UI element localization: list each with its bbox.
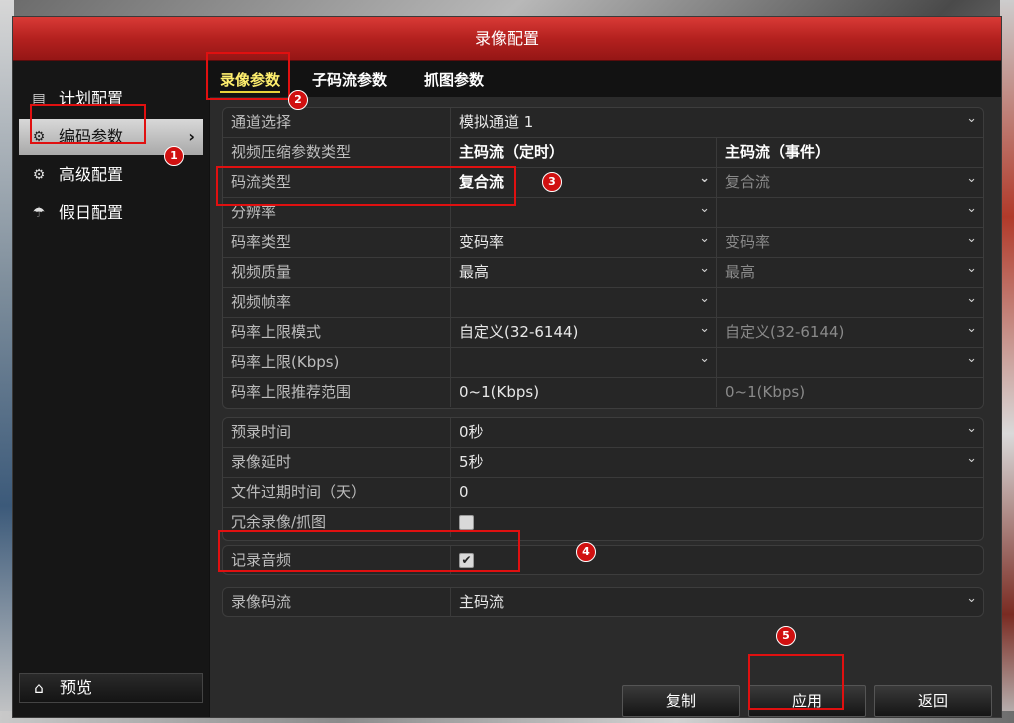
record-audio-label: 记录音频 xyxy=(223,546,451,575)
annotation-badge-4: 4 xyxy=(576,542,596,562)
stream-type-event-select[interactable]: 复合流 xyxy=(717,164,983,197)
video-quality-select[interactable]: 最高 xyxy=(451,254,717,287)
table-row: 分辨率 xyxy=(223,194,983,228)
table-row: 码流类型 复合流 复合流 xyxy=(223,164,983,198)
bitrate-limit-mode-select[interactable]: 自定义(32-6144) xyxy=(451,314,717,347)
apply-button[interactable]: 应用 xyxy=(748,685,866,717)
table-row: 码率上限推荐范围 0~1(Kbps) 0~1(Kbps) xyxy=(223,378,983,408)
frame-rate-label: 视频帧率 xyxy=(223,288,451,317)
table-row: 文件过期时间（天） 0 xyxy=(223,478,983,508)
bitrate-recommend-event-value: 0~1(Kbps) xyxy=(725,383,806,401)
record-audio-checkbox[interactable]: ✔ xyxy=(459,553,474,568)
sidebar-item-schedule[interactable]: ▤ 计划配置 xyxy=(19,81,203,117)
prerecord-label: 预录时间 xyxy=(223,418,451,447)
frame-rate-event-select[interactable] xyxy=(717,284,983,317)
bitrate-limit-event-select[interactable] xyxy=(717,344,983,377)
video-quality-label: 视频质量 xyxy=(223,258,451,287)
table-row: 记录音频 ✔ xyxy=(223,546,983,576)
sidebar-item-label: 假日配置 xyxy=(59,203,124,222)
record-stream-select[interactable]: 主码流 xyxy=(451,584,983,617)
chevron-right-icon: › xyxy=(188,127,195,146)
resolution-event-select[interactable] xyxy=(717,194,983,227)
channel-select[interactable]: 模拟通道 1 xyxy=(451,104,983,137)
frame-rate-select[interactable] xyxy=(451,284,717,317)
tab-bar: 录像参数 子码流参数 抓图参数 xyxy=(210,61,1001,97)
tab-record-params[interactable]: 录像参数 xyxy=(220,67,281,93)
sidebar-item-holiday[interactable]: ☂ 假日配置 xyxy=(19,195,203,231)
bitrate-limit-label: 码率上限(Kbps) xyxy=(223,348,451,377)
record-stream-label: 录像码流 xyxy=(223,588,451,617)
table-row: 录像码流 主码流 xyxy=(223,584,983,618)
table-row: 通道选择 模拟通道 1 xyxy=(223,104,983,138)
bitrate-limit-mode-label: 码率上限模式 xyxy=(223,318,451,347)
video-quality-event-select[interactable]: 最高 xyxy=(717,254,983,287)
stream-type-select[interactable]: 复合流 xyxy=(451,164,717,197)
resolution-select[interactable] xyxy=(451,194,717,227)
bitrate-limit-mode-event-select[interactable]: 自定义(32-6144) xyxy=(717,314,983,347)
expire-days-input[interactable]: 0 xyxy=(451,478,983,507)
annotation-badge-3: 3 xyxy=(542,172,562,192)
gear-sliders-icon: ⚙ xyxy=(32,129,46,145)
background-camera-feed-right xyxy=(1000,0,1014,723)
redundant-record-label: 冗余录像/抓图 xyxy=(223,508,451,537)
bitrate-recommend-label: 码率上限推荐范围 xyxy=(223,378,451,407)
record-settings-table: 预录时间 0秒 录像延时 5秒 文件过期时间（天） 0 冗余录像/抓图 xyxy=(222,414,984,541)
annotation-badge-1: 1 xyxy=(164,146,184,166)
tab-snapshot-params[interactable]: 抓图参数 xyxy=(424,67,484,93)
stream-type-label: 码流类型 xyxy=(223,168,451,197)
table-row: 视频质量 最高 最高 xyxy=(223,254,983,288)
column-header-main-schedule: 主码流（定时） xyxy=(451,138,717,167)
table-row: 码率上限模式 自定义(32-6144) 自定义(32-6144) xyxy=(223,314,983,348)
bitrate-type-label: 码率类型 xyxy=(223,228,451,257)
resolution-label: 分辨率 xyxy=(223,198,451,227)
table-row: 录像延时 5秒 xyxy=(223,444,983,478)
tab-substream-params[interactable]: 子码流参数 xyxy=(312,67,387,93)
table-row: 预录时间 0秒 xyxy=(223,414,983,448)
redundant-record-checkbox[interactable] xyxy=(459,515,474,530)
record-delay-select[interactable]: 5秒 xyxy=(451,444,983,477)
table-row: 视频压缩参数类型 主码流（定时） 主码流（事件） xyxy=(223,138,983,168)
record-audio-cell: ✔ xyxy=(451,546,983,575)
redundant-record-cell xyxy=(451,508,983,537)
record-config-dialog: 录像配置 ▤ 计划配置 ⚙ 编码参数 › ⚙ 高级配置 ☂ 假日配置 ⌂ 预览 … xyxy=(12,16,1002,718)
table-row: 码率上限(Kbps) xyxy=(223,344,983,378)
bitrate-recommend-value: 0~1(Kbps) xyxy=(451,378,717,407)
record-delay-label: 录像延时 xyxy=(223,448,451,477)
gears-icon: ⚙ xyxy=(32,167,46,183)
preview-button[interactable]: ⌂ 预览 xyxy=(19,673,203,703)
prerecord-select[interactable]: 0秒 xyxy=(451,414,983,447)
home-icon: ⌂ xyxy=(34,679,44,697)
bitrate-type-event-select[interactable]: 变码率 xyxy=(717,224,983,257)
copy-button[interactable]: 复制 xyxy=(622,685,740,717)
annotation-badge-5: 5 xyxy=(776,626,796,646)
sidebar-item-label: 高级配置 xyxy=(59,165,124,184)
encoding-params-table: 通道选择 模拟通道 1 视频压缩参数类型 主码流（定时） 主码流（事件） 码流类… xyxy=(222,104,984,409)
calendar-icon: ▤ xyxy=(32,91,46,107)
record-audio-table: 记录音频 ✔ xyxy=(222,545,984,575)
bitrate-type-select[interactable]: 变码率 xyxy=(451,224,717,257)
sidebar-item-label: 编码参数 xyxy=(59,127,124,146)
column-header-main-event: 主码流（事件） xyxy=(725,143,831,161)
record-stream-table: 录像码流 主码流 xyxy=(222,584,984,618)
annotation-badge-2: 2 xyxy=(288,90,308,110)
table-row: 码率类型 变码率 变码率 xyxy=(223,224,983,258)
table-row: 冗余录像/抓图 xyxy=(223,508,983,538)
bitrate-limit-select[interactable] xyxy=(451,344,717,377)
dialog-title: 录像配置 xyxy=(13,17,1001,61)
expire-days-label: 文件过期时间（天） xyxy=(223,478,451,507)
content-panel: 录像参数 子码流参数 抓图参数 通道选择 模拟通道 1 视频压缩参数类型 主码流… xyxy=(209,61,1001,717)
table-row: 视频帧率 xyxy=(223,284,983,318)
umbrella-icon: ☂ xyxy=(32,205,46,221)
channel-select-label: 通道选择 xyxy=(223,108,451,137)
preview-label: 预览 xyxy=(60,678,93,697)
back-button[interactable]: 返回 xyxy=(874,685,992,717)
compression-type-label: 视频压缩参数类型 xyxy=(223,138,451,167)
sidebar-item-label: 计划配置 xyxy=(59,89,124,108)
